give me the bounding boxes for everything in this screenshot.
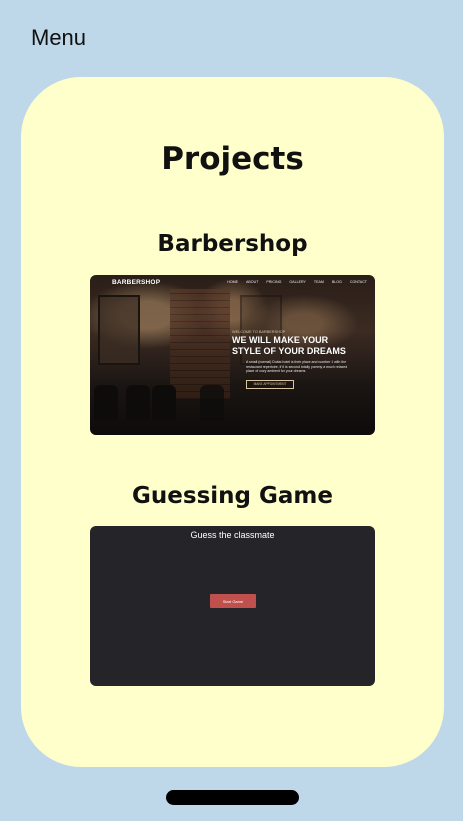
mirror-decor [98, 295, 140, 365]
brick-wall-decor [170, 289, 230, 399]
barbershop-nav-links: HOME ABOUT PRICING GALLERY TEAM BLOG CON… [227, 280, 367, 284]
hero-body: A small (normal) Dubai hotel is their pl… [246, 360, 348, 374]
nav-link: CONTACT [349, 280, 367, 284]
nav-link: HOME [227, 280, 239, 284]
hero-headline-1: WE WILL MAKE YOUR [232, 335, 329, 345]
project-title-barbershop: Barbershop [157, 231, 308, 257]
hero-headline-2: STYLE OF YOUR DREAMS [232, 346, 346, 356]
guessing-game-screenshot[interactable]: Guess the classmate Start Game [90, 526, 375, 686]
barbershop-navbar: BARBERSHOP HOME ABOUT PRICING GALLERY TE… [90, 275, 375, 289]
barbershop-screenshot[interactable]: BARBERSHOP HOME ABOUT PRICING GALLERY TE… [90, 275, 375, 435]
project-title-guessing-game: Guessing Game [132, 483, 333, 509]
menu-button[interactable]: Menu [31, 25, 86, 51]
nav-link: BLOG [331, 280, 342, 284]
hero-eyebrow: WELCOME TO BARBERSHOP [232, 330, 286, 334]
hero-appointment-button: MAKE APPOINTMENT [246, 379, 294, 389]
projects-card: Projects Barbershop BARBERSHOP HOME ABOU… [21, 77, 444, 767]
barber-chair-decor [126, 385, 150, 421]
page-title: Projects [161, 141, 304, 177]
barbershop-hero: WELCOME TO BARBERSHOP WE WILL MAKE YOUR … [232, 330, 367, 389]
home-indicator[interactable] [166, 790, 299, 805]
nav-link: GALLERY [289, 280, 306, 284]
barber-chair-decor [94, 385, 118, 421]
nav-link: ABOUT [246, 280, 259, 284]
nav-link: PRICING [266, 280, 282, 284]
barbershop-logo: BARBERSHOP [112, 278, 161, 286]
game-heading: Guess the classmate [190, 530, 275, 540]
nav-link: TEAM [313, 280, 324, 284]
barber-chair-decor [152, 385, 176, 421]
start-game-button: Start Game [210, 594, 256, 608]
barber-chair-decor [200, 385, 224, 421]
